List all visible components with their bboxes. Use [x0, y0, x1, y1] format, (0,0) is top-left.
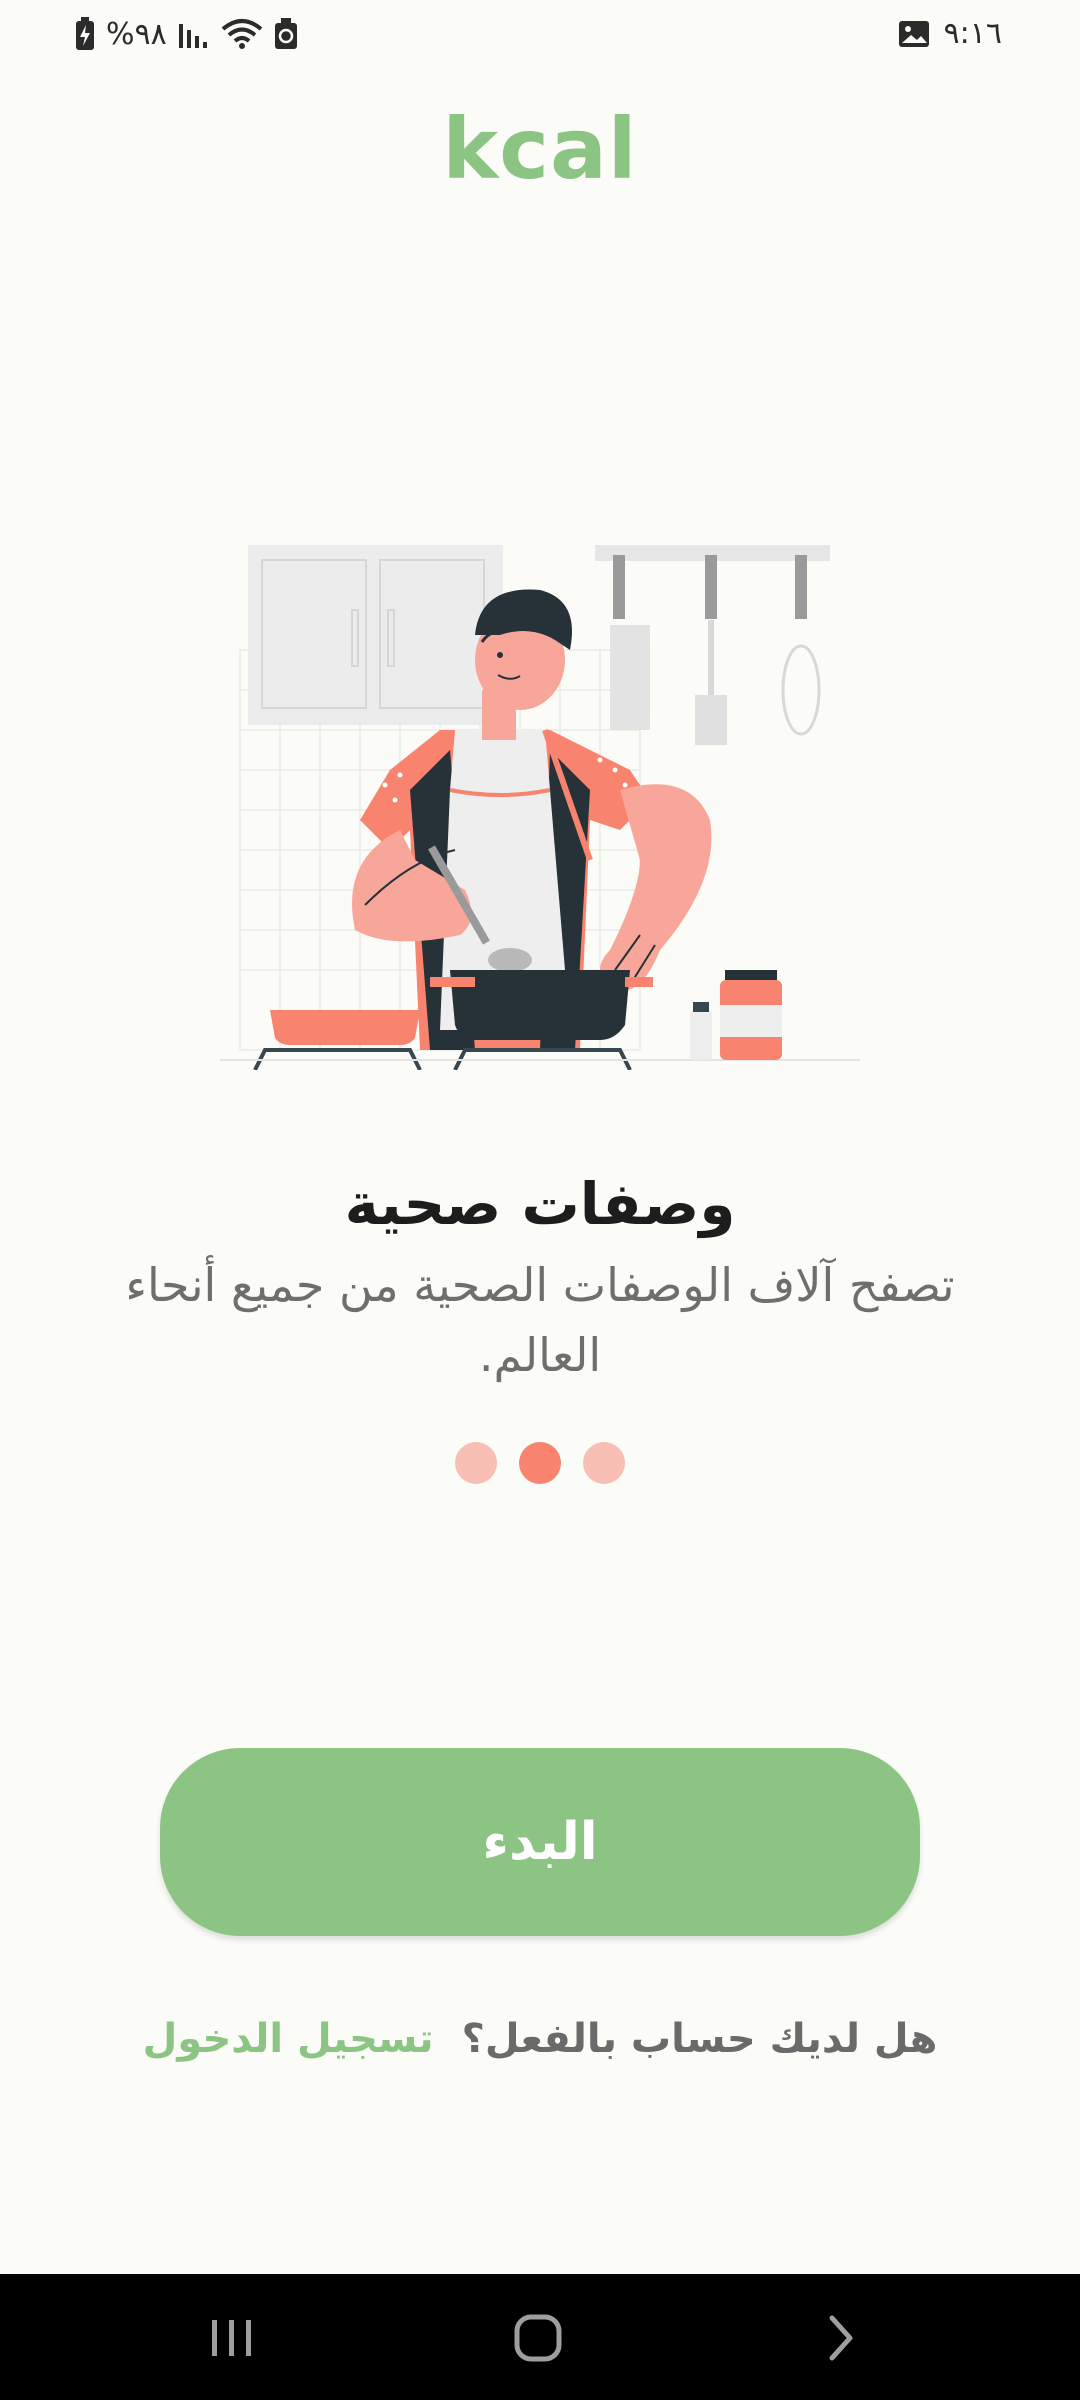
onboarding-subtitle: تصفح آلاف الوصفات الصحية من جميع أنحاء ا…	[125, 1258, 955, 1382]
status-left: %٩٨	[74, 16, 299, 52]
system-nav-bar	[0, 2274, 1080, 2400]
signal-icon	[178, 24, 207, 48]
status-right: ٩:١٦	[898, 16, 1002, 51]
wifi-icon	[221, 19, 263, 49]
page-dot[interactable]	[455, 1442, 497, 1484]
battery-charging-icon	[76, 17, 94, 50]
clock: ٩:١٦	[943, 16, 1002, 51]
app-logo: kcal	[442, 100, 638, 198]
start-button[interactable]: البدء	[160, 1748, 920, 1936]
recycle-icon	[274, 18, 297, 49]
recents-icon[interactable]	[208, 2308, 256, 2368]
login-link[interactable]: تسجيل الدخول	[143, 2016, 434, 2062]
status-bar: %٩٨ ٩:١٦	[0, 0, 1080, 72]
page-indicator	[0, 1442, 1080, 1484]
battery-percent: %٩٨	[106, 16, 167, 52]
back-icon[interactable]	[820, 2308, 860, 2368]
page-dot[interactable]	[583, 1442, 625, 1484]
gallery-icon	[898, 20, 929, 47]
page-dot-active[interactable]	[519, 1442, 561, 1484]
home-icon[interactable]	[508, 2308, 568, 2368]
login-question: هل لديك حساب بالفعل؟	[461, 2016, 938, 2062]
onboarding-title: وصفات صحية	[344, 1170, 736, 1238]
chef-cooking-illustration	[220, 545, 860, 1070]
login-prompt: هل لديك حساب بالفعل؟ تسجيل الدخول	[0, 2016, 1080, 2062]
